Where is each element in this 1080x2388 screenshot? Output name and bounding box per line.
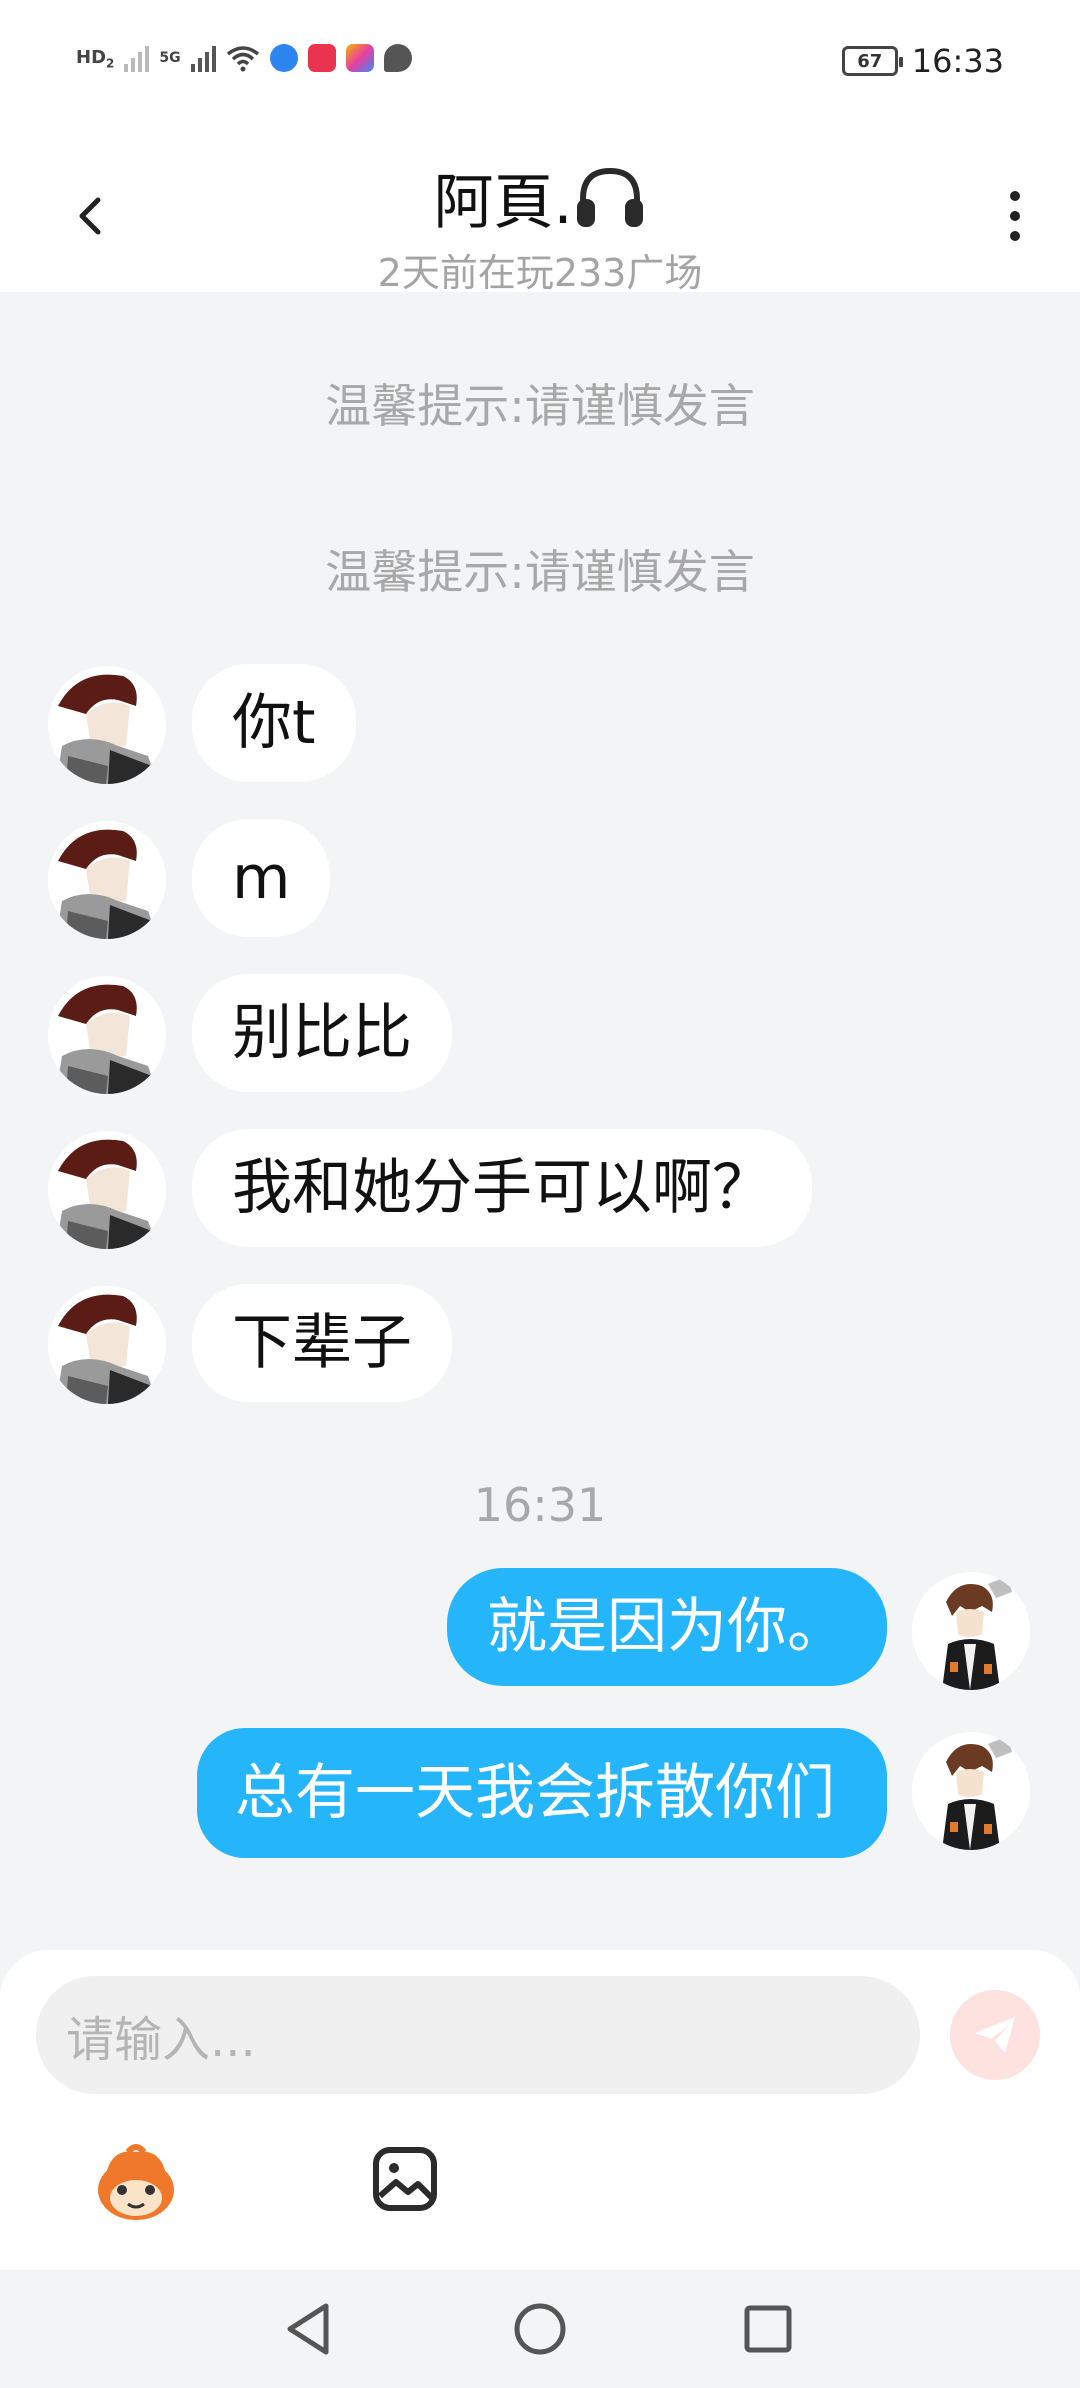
- incoming-message: 你t: [0, 660, 1080, 790]
- contact-name: 阿頁.: [433, 168, 573, 238]
- user-avatar[interactable]: [912, 1732, 1030, 1850]
- message-bubble[interactable]: 下辈子: [192, 1284, 452, 1402]
- outgoing-message: 总有一天我会拆散你们: [0, 1726, 1080, 1956]
- contact-avatar[interactable]: [48, 1286, 166, 1404]
- headphones-icon: [576, 167, 643, 227]
- incoming-message: 下辈子: [0, 1280, 1080, 1410]
- send-button[interactable]: [950, 1990, 1040, 2080]
- outgoing-message: 就是因为你。: [0, 1566, 1080, 1696]
- message-bubble[interactable]: 你t: [192, 664, 356, 782]
- nav-back-icon[interactable]: [274, 2294, 344, 2364]
- message-bubble[interactable]: m: [192, 819, 331, 937]
- message-input[interactable]: 请输入...: [36, 1976, 920, 2094]
- page-title: 阿頁.: [0, 154, 1080, 241]
- contact-avatar[interactable]: [48, 666, 166, 784]
- contact-status: 2天前在玩233广场: [377, 251, 703, 295]
- input-panel: 请输入...: [0, 1950, 1080, 2270]
- incoming-message: m: [0, 815, 1080, 945]
- message-bubble[interactable]: 别比比: [192, 974, 452, 1092]
- input-placeholder: 请输入...: [66, 2012, 256, 2068]
- user-avatar[interactable]: [912, 1572, 1030, 1690]
- more-options-icon[interactable]: [990, 186, 1040, 246]
- network-type-label: 5G: [159, 50, 181, 66]
- contact-avatar[interactable]: [48, 976, 166, 1094]
- time-divider: 16:31: [473, 1478, 607, 1532]
- chat-app-icon: [383, 44, 412, 72]
- warning-notice: 温馨提示:请谨慎发言: [325, 379, 755, 433]
- message-bubble[interactable]: 总有一天我会拆散你们: [197, 1728, 887, 1858]
- clock: 16:33: [911, 42, 1004, 80]
- image-icon[interactable]: [372, 2146, 438, 2212]
- message-bubble[interactable]: 我和她分手可以啊？: [192, 1129, 812, 1247]
- browser-app-icon: [269, 44, 298, 72]
- store-app-icon: [345, 44, 374, 72]
- status-bar: HD2 5G 67 16:33: [0, 0, 1080, 130]
- incoming-message: 别比比: [0, 970, 1080, 1100]
- send-icon: [975, 2017, 1015, 2053]
- chat-header: 阿頁. 2天前在玩233广场: [0, 130, 1080, 295]
- signal-sim2-icon: [124, 44, 150, 72]
- system-navigation-bar: [0, 2270, 1080, 2388]
- emoji-icon[interactable]: [92, 2144, 180, 2224]
- battery-icon: 67: [841, 46, 903, 76]
- wifi-icon: [226, 46, 259, 72]
- signal-sim1-icon: [190, 44, 216, 72]
- incoming-message: 我和她分手可以啊？: [0, 1125, 1080, 1255]
- reader-app-icon: [307, 44, 336, 72]
- nav-recents-icon[interactable]: [733, 2294, 803, 2364]
- status-icons-left: HD2 5G: [76, 44, 412, 72]
- warning-notice: 温馨提示:请谨慎发言: [325, 545, 755, 599]
- hd-indicator: HD2: [76, 47, 115, 71]
- battery-level: 67: [857, 50, 883, 72]
- message-bubble[interactable]: 就是因为你。: [447, 1568, 887, 1686]
- contact-avatar[interactable]: [48, 821, 166, 939]
- contact-avatar[interactable]: [48, 1131, 166, 1249]
- status-icons-right: 67 16:33: [841, 42, 1004, 80]
- nav-home-icon[interactable]: [505, 2294, 575, 2364]
